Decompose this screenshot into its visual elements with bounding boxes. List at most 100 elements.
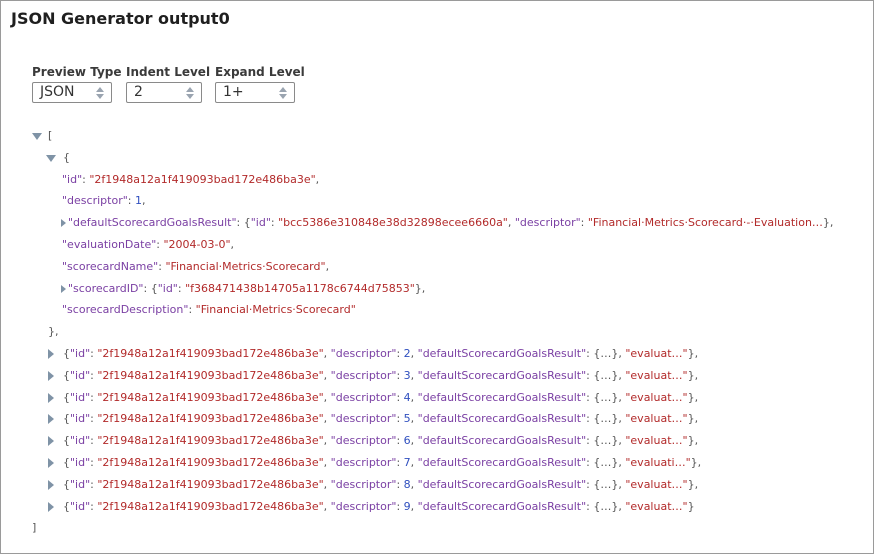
json-string: "2f1948a12a1f419093bad172e486ba3e" xyxy=(97,499,324,513)
json-number: 6 xyxy=(403,434,411,448)
expand-level-control: Expand Level 1+ xyxy=(215,65,305,103)
json-key: "evaluationDate" xyxy=(62,237,157,251)
json-key: "defaultScorecardGoalsResult" xyxy=(68,216,237,230)
tree-line-scorecard-description: "scorecardDescription": "Financial·Metri… xyxy=(62,303,356,317)
json-key: "defaultScorecardGoalsResult" xyxy=(417,346,587,360)
json-key: "descriptor" xyxy=(330,499,397,513)
triangle-down-icon[interactable] xyxy=(32,125,42,147)
json-key: "defaultScorecardGoalsResult" xyxy=(417,477,587,491)
object-close-brace: }, xyxy=(48,325,59,339)
collapsed-value[interactable]: {…} xyxy=(593,434,618,447)
json-string: "bcc5386e310848e38d32898ecee6660a" xyxy=(278,216,508,230)
collapsed-value[interactable]: {…} xyxy=(593,391,618,404)
indent-level-control: Indent Level 2 xyxy=(126,65,210,103)
collapsed-object-row: {"id": "2f1948a12a1f419093bad172e486ba3e… xyxy=(1,408,874,430)
collapsed-object-row: {"id": "2f1948a12a1f419093bad172e486ba3e… xyxy=(1,474,874,496)
json-string: "Financial·Metrics·Scorecard" xyxy=(165,259,326,273)
tree-line-id: "id": "2f1948a12a1f419093bad172e486ba3e"… xyxy=(62,172,320,186)
json-number: 2 xyxy=(403,346,411,360)
indent-level-select[interactable]: 2 xyxy=(126,82,202,103)
triangle-right-icon[interactable] xyxy=(46,343,56,365)
preview-type-select[interactable]: JSON xyxy=(32,82,112,103)
collapsed-object-row: {"id": "2f1948a12a1f419093bad172e486ba3e… xyxy=(1,343,874,365)
row-end: }, xyxy=(687,412,699,426)
json-string: "evaluat…" xyxy=(625,390,688,404)
triangle-right-icon[interactable] xyxy=(46,474,56,496)
json-key: "id" xyxy=(70,499,91,513)
expand-level-label: Expand Level xyxy=(215,65,305,79)
preview-type-control: Preview Type JSON xyxy=(32,65,122,103)
json-string: "evaluat…" xyxy=(625,477,688,491)
triangle-right-icon[interactable] xyxy=(46,452,56,474)
tree-line-object-close: }, xyxy=(1,321,874,343)
collapsed-value[interactable]: {…} xyxy=(593,369,618,382)
preview-type-label: Preview Type xyxy=(32,65,122,79)
json-key: "defaultScorecardGoalsResult" xyxy=(417,455,587,469)
stepper-arrows-icon[interactable] xyxy=(96,87,106,99)
preview-type-value: JSON xyxy=(40,84,75,100)
json-string: "2f1948a12a1f419093bad172e486ba3e" xyxy=(97,412,324,426)
json-key: "id" xyxy=(70,412,91,426)
json-number: 5 xyxy=(403,412,411,426)
triangle-down-icon[interactable] xyxy=(46,147,56,169)
collapsed-value[interactable]: {…} xyxy=(593,500,618,513)
collapsed-rows: {"id": "2f1948a12a1f419093bad172e486ba3e… xyxy=(1,343,874,517)
json-number: 7 xyxy=(403,455,411,469)
json-key: "id" xyxy=(70,390,91,404)
collapsed-object-row: {"id": "2f1948a12a1f419093bad172e486ba3e… xyxy=(1,496,874,518)
json-key: "id" xyxy=(70,346,91,360)
tree-line-scorecard-id: "scorecardID": {"id": "f368471438b14705a… xyxy=(1,278,874,300)
indent-level-label: Indent Level xyxy=(126,65,211,79)
tree-line-default-scorecard-goals-result: "defaultScorecardGoalsResult": {"id": "b… xyxy=(1,212,874,234)
triangle-right-icon[interactable] xyxy=(46,365,56,387)
triangle-right-icon[interactable] xyxy=(46,408,56,430)
expand-level-select[interactable]: 1+ xyxy=(215,82,295,103)
json-number: 8 xyxy=(403,477,411,491)
collapsed-value[interactable]: {…} xyxy=(593,347,618,360)
collapsed-value[interactable]: {…} xyxy=(593,412,618,425)
collapsed-value[interactable]: {…} xyxy=(593,456,618,469)
row-end: }, xyxy=(687,368,699,382)
row-end: }, xyxy=(687,434,699,448)
json-key: "id" xyxy=(70,368,91,382)
tree-line-descriptor: "descriptor": 1, xyxy=(62,194,146,208)
json-string: "evaluati…" xyxy=(625,455,691,469)
tree-line-object-open: { xyxy=(1,147,874,169)
json-key: "scorecardDescription" xyxy=(62,303,189,317)
stepper-arrows-icon[interactable] xyxy=(186,87,196,99)
json-number: 1 xyxy=(134,194,142,208)
collapsed-object-row: {"id": "2f1948a12a1f419093bad172e486ba3e… xyxy=(1,452,874,474)
collapsed-object-row: {"id": "2f1948a12a1f419093bad172e486ba3e… xyxy=(1,387,874,409)
json-string: "Financial·Metrics·Scorecard·-·Evaluatio… xyxy=(587,216,823,230)
json-key: "id" xyxy=(62,172,83,186)
row-end: }, xyxy=(687,390,699,404)
json-number: 9 xyxy=(403,499,411,513)
json-key: "descriptor" xyxy=(330,390,397,404)
json-string: "2f1948a12a1f419093bad172e486ba3e" xyxy=(97,477,324,491)
json-tree: [ { "id": "2f1948a12a1f419093bad172e486b… xyxy=(1,125,874,539)
triangle-right-icon[interactable] xyxy=(46,387,56,409)
tree-line-root-close: ] xyxy=(1,517,874,539)
json-key: "scorecardID" xyxy=(68,281,144,295)
row-end: }, xyxy=(690,455,702,469)
stepper-arrows-icon[interactable] xyxy=(279,87,289,99)
collapsed-value[interactable]: {…} xyxy=(593,478,618,491)
indent-level-value: 2 xyxy=(134,84,143,100)
json-string: "evaluat…" xyxy=(625,434,688,448)
triangle-right-icon[interactable] xyxy=(46,496,56,518)
root-close-bracket: ] xyxy=(32,521,37,535)
json-string: "2004-03-0" xyxy=(163,237,231,251)
json-key: "defaultScorecardGoalsResult" xyxy=(417,368,587,382)
row-end: }, xyxy=(687,346,699,360)
json-string: "evaluat…" xyxy=(625,499,688,513)
triangle-right-icon[interactable] xyxy=(46,430,56,452)
json-key: "id" xyxy=(70,455,91,469)
tree-line-scorecard-name: "scorecardName": "Financial·Metrics·Scor… xyxy=(62,259,330,273)
json-number: 4 xyxy=(403,390,411,404)
object-open-brace: { xyxy=(63,150,70,164)
json-key: "id" xyxy=(70,434,91,448)
json-key: "descriptor" xyxy=(330,455,397,469)
json-key: "defaultScorecardGoalsResult" xyxy=(417,390,587,404)
json-string: "2f1948a12a1f419093bad172e486ba3e" xyxy=(97,368,324,382)
json-key: "descriptor" xyxy=(330,346,397,360)
